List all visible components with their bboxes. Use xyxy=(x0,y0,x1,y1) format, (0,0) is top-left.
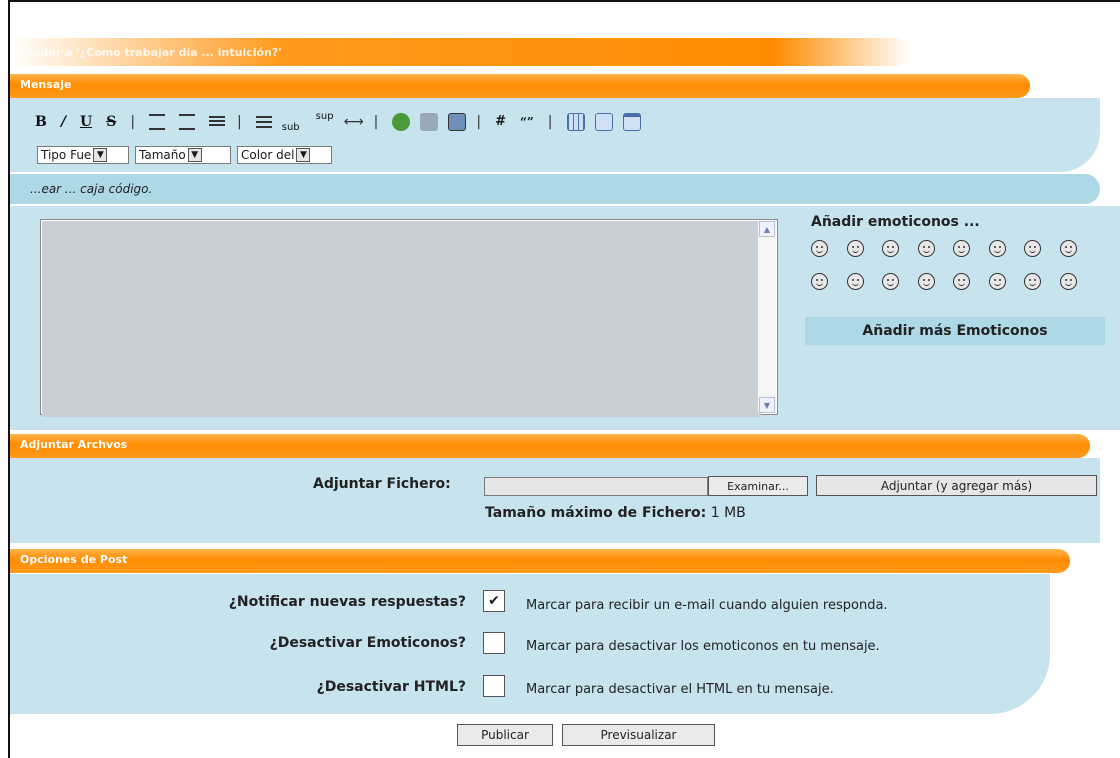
separator: | xyxy=(373,114,379,130)
scroll-up-icon[interactable]: ▲ xyxy=(759,221,775,237)
sad-emoticon-icon[interactable] xyxy=(953,240,970,257)
confused-emoticon-icon[interactable] xyxy=(811,273,828,290)
laugh-emoticon-icon[interactable] xyxy=(917,240,935,257)
justify-icon[interactable] xyxy=(209,116,226,128)
notify-description: Marcar para recibir un e-mail cuando alg… xyxy=(526,598,888,613)
code-hint-bar: ...ear ... caja código. xyxy=(10,174,1100,204)
thinking-emoticon-icon[interactable] xyxy=(1059,273,1077,290)
preview-button[interactable]: Previsualizar xyxy=(562,724,715,746)
font-color-select[interactable]: Color del ▼ xyxy=(237,146,332,164)
code-hint-text: ...ear ... caja código. xyxy=(30,182,153,196)
code-button[interactable]: # xyxy=(495,110,506,134)
options-section-header: Opciones de Post xyxy=(10,549,1070,573)
font-color-value: Color del xyxy=(241,148,295,162)
attach-file-label: Adjuntar Fichero: xyxy=(313,476,451,492)
separator: | xyxy=(237,114,242,130)
font-controls: Tipo Fue ▼ Tamaño ▼ Color del ▼ xyxy=(37,146,338,164)
disable-emoticons-checkbox[interactable] xyxy=(483,632,505,654)
reply-title: ...der a '¿Como trabajar día ... intuici… xyxy=(28,46,282,59)
attach-section-header: Adjuntar Archvos xyxy=(10,434,1090,458)
chevron-down-icon: ▼ xyxy=(187,148,202,162)
grin-emoticon-icon[interactable] xyxy=(846,240,864,257)
big-grin-emoticon-icon[interactable] xyxy=(988,273,1006,290)
file-path-input[interactable] xyxy=(484,477,708,496)
font-family-select[interactable]: Tipo Fue ▼ xyxy=(37,146,129,164)
angry-emoticon-icon[interactable] xyxy=(988,240,1006,257)
chevron-down-icon: ▼ xyxy=(296,148,311,162)
tongue-emoticon-icon[interactable] xyxy=(882,240,899,257)
strike-button[interactable]: S xyxy=(106,110,116,134)
italic-button[interactable]: / xyxy=(61,110,66,134)
align-center-icon[interactable] xyxy=(149,114,166,130)
max-size-text: Tamaño máximo de Fichero: 1 MB xyxy=(485,505,746,521)
message-section-label: Mensaje xyxy=(20,78,72,91)
quote-button[interactable]: “” xyxy=(520,110,534,134)
wink-emoticon-icon[interactable] xyxy=(882,273,899,290)
message-section-header: Mensaje xyxy=(10,74,1030,98)
emoticons-title: Añadir emoticonos ... xyxy=(811,214,980,230)
disable-emoticons-description: Marcar para desactivar los emoticonos en… xyxy=(526,639,880,654)
emoticons-grid xyxy=(811,240,1120,306)
font-size-value: Tamaño xyxy=(139,148,186,162)
cool-emoticon-icon[interactable] xyxy=(917,273,935,290)
cry-emoticon-icon[interactable] xyxy=(1024,240,1041,257)
separator: | xyxy=(547,114,553,130)
check-icon: ✔ xyxy=(488,593,500,609)
happy-emoticon-icon[interactable] xyxy=(953,273,970,290)
formatting-toolbar: B / U S | | sub sup ⟷ | | # “” | xyxy=(35,110,651,134)
attach-section-label: Adjuntar Archvos xyxy=(20,438,128,451)
separator: | xyxy=(130,114,136,130)
message-textarea[interactable] xyxy=(42,221,761,417)
underline-button[interactable]: U xyxy=(80,110,92,134)
email-icon[interactable] xyxy=(420,113,439,131)
disable-html-label: ¿Desactivar HTML? xyxy=(316,679,466,695)
horizontal-rule-button[interactable]: ⟷ xyxy=(344,110,364,134)
subscript-button[interactable]: sub xyxy=(282,116,300,140)
table-icon[interactable] xyxy=(566,113,585,131)
separator: | xyxy=(476,114,482,130)
chevron-down-icon: ▼ xyxy=(93,148,108,162)
attach-button[interactable]: Adjuntar (y agregar más) xyxy=(816,475,1097,496)
message-editor-frame: ▲ ▼ xyxy=(40,219,778,417)
smile-emoticon-icon[interactable] xyxy=(811,240,828,257)
align-right-icon[interactable] xyxy=(179,114,196,130)
table-column-icon[interactable] xyxy=(594,113,613,131)
table-row-icon[interactable] xyxy=(622,113,641,131)
bold-button[interactable]: B xyxy=(35,110,47,134)
scroll-down-icon[interactable]: ▼ xyxy=(759,397,775,413)
font-family-value: Tipo Fue xyxy=(41,148,92,162)
post-form: ...der a '¿Como trabajar día ... intuici… xyxy=(8,0,1120,758)
options-section-label: Opciones de Post xyxy=(20,553,128,566)
link-icon[interactable] xyxy=(392,113,411,131)
notify-checkbox[interactable]: ✔ xyxy=(483,590,505,612)
surprised-emoticon-icon[interactable] xyxy=(846,273,864,290)
dead-emoticon-icon[interactable] xyxy=(1059,240,1077,257)
publish-button[interactable]: Publicar xyxy=(457,724,553,746)
disable-emoticons-label: ¿Desactivar Emoticonos? xyxy=(269,635,466,651)
max-size-value: 1 MB xyxy=(710,505,746,521)
editor-scrollbar[interactable]: ▲ ▼ xyxy=(758,221,776,413)
image-icon[interactable] xyxy=(448,113,467,131)
more-emoticons-link[interactable]: Añadir más Emoticonos xyxy=(805,317,1105,345)
notify-label: ¿Notificar nuevas respuestas? xyxy=(228,594,466,610)
dizzy-emoticon-icon[interactable] xyxy=(1024,273,1041,290)
browse-button[interactable]: Examinar... xyxy=(708,476,808,496)
disable-html-checkbox[interactable] xyxy=(483,675,505,697)
font-size-select[interactable]: Tamaño ▼ xyxy=(135,146,231,164)
disable-html-description: Marcar para desactivar el HTML en tu men… xyxy=(526,682,834,697)
more-emoticons-bar: Añadir más Emoticonos xyxy=(805,317,1105,345)
max-size-label: Tamaño máximo de Fichero: xyxy=(485,505,707,521)
superscript-button[interactable]: sup xyxy=(316,105,334,129)
attach-area xyxy=(10,458,1100,543)
list-icon[interactable] xyxy=(255,116,272,128)
